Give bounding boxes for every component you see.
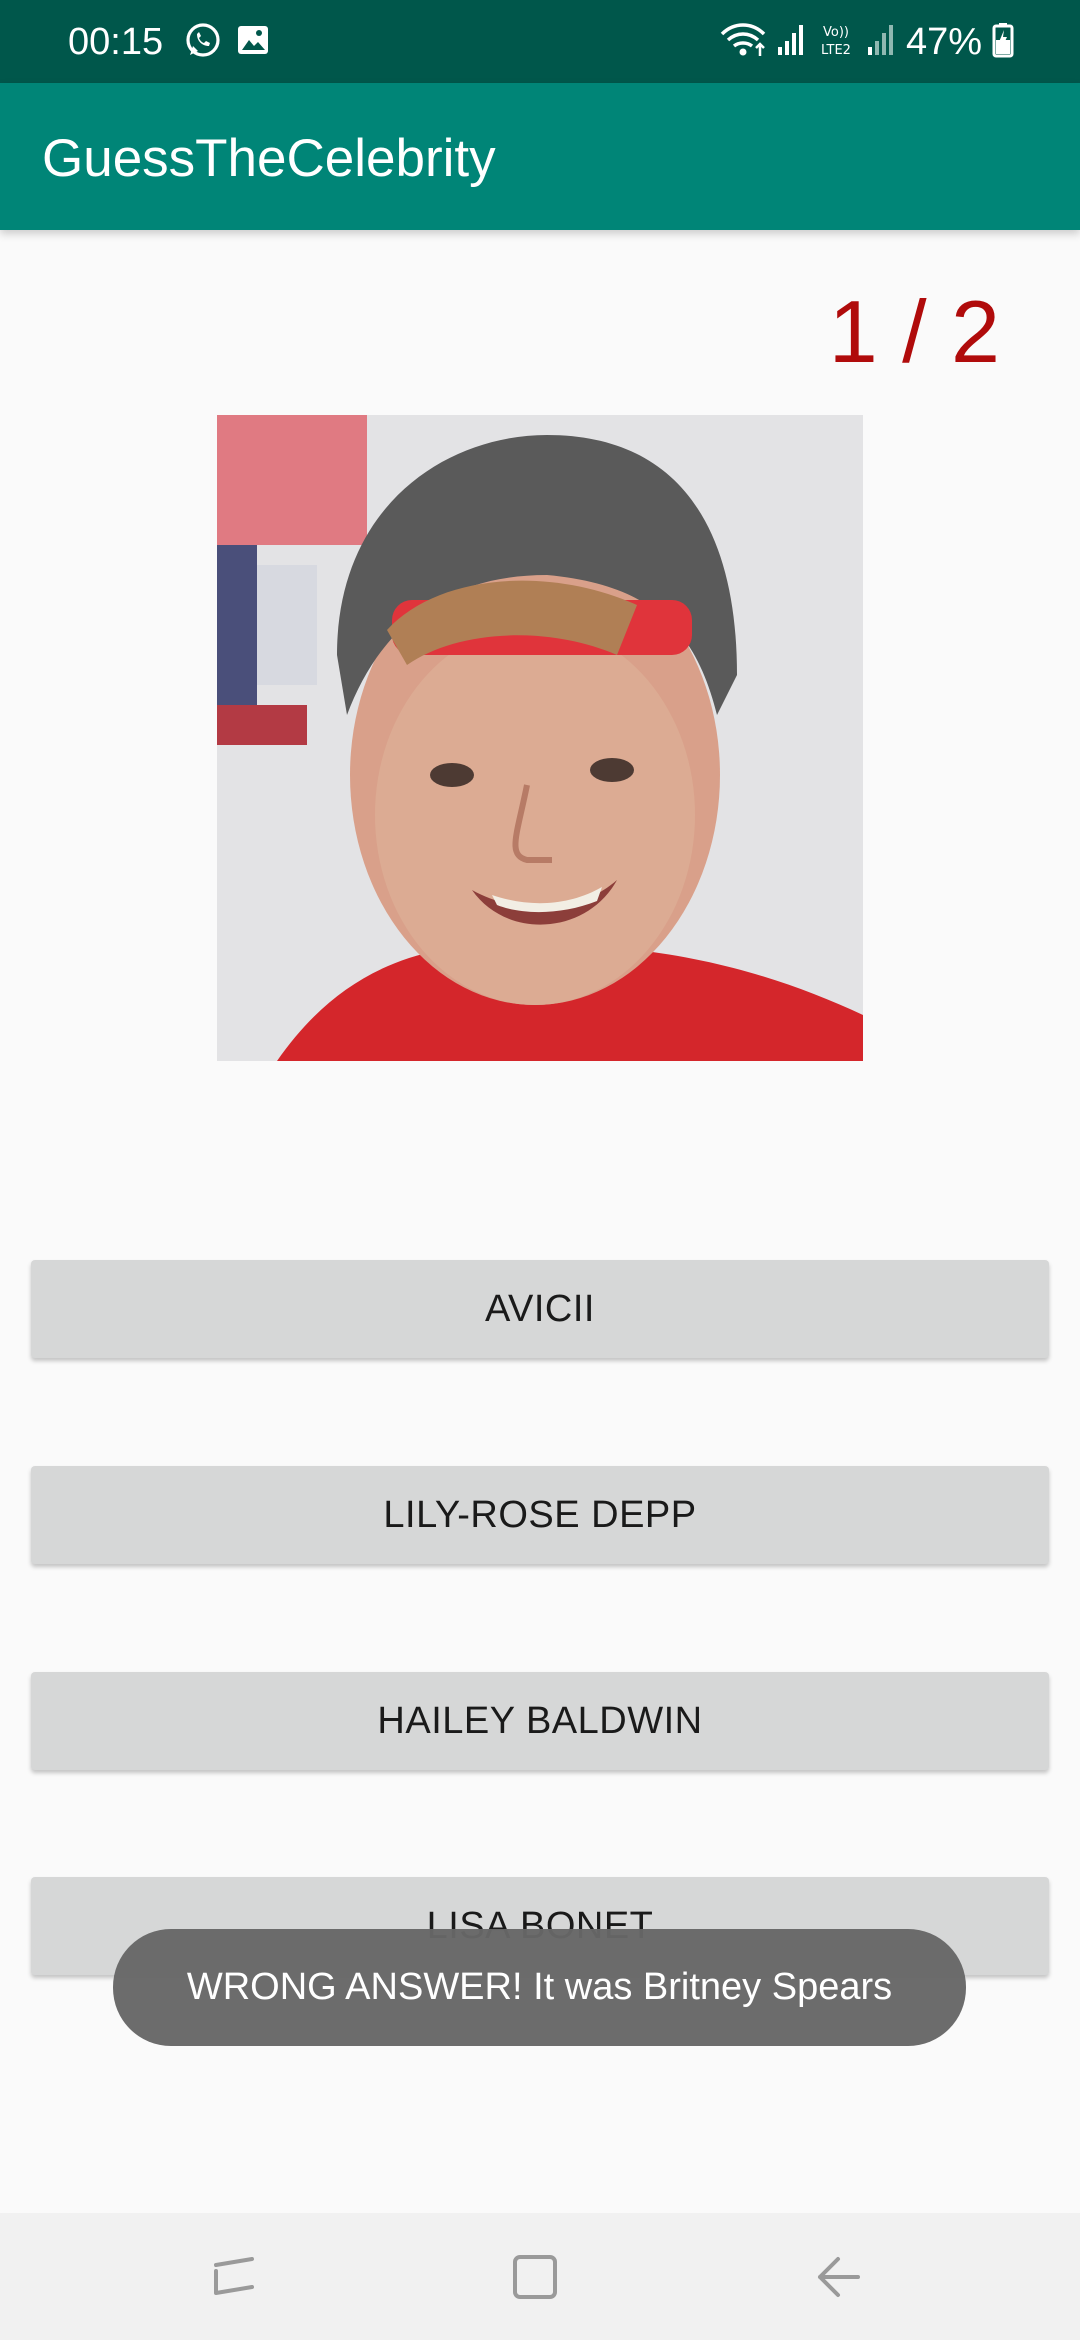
wifi-icon [720,20,766,65]
status-bar: 00:15 Vo)) LTE2 47% [0,0,1080,83]
volte-icon: Vo)) LTE2 [816,21,856,64]
answer-button-1[interactable]: AVICII [31,1260,1049,1358]
app-title: GuessTheCelebrity [42,129,496,188]
status-time: 00:15 [68,21,164,63]
home-icon[interactable] [505,2249,565,2305]
battery-percent: 47% [905,21,982,63]
navigation-bar [0,2213,1080,2340]
image-icon [236,23,270,62]
volte-top-text: Vo)) [823,25,849,40]
signal-2-icon [866,23,896,62]
status-left-icons [184,22,270,62]
app-bar: GuessTheCelebrity [0,83,1080,230]
status-right: Vo)) LTE2 47% [720,18,1014,66]
back-icon[interactable] [808,2249,868,2305]
volte-bottom-text: LTE2 [821,43,851,58]
answer-button-2[interactable]: LILY-ROSE DEPP [31,1466,1049,1564]
whatsapp-icon [184,21,222,64]
battery-icon [992,22,1014,63]
signal-icon [776,23,806,62]
score-counter: 1 / 2 [828,282,1000,381]
celebrity-photo [217,415,863,1061]
toast-message: WRONG ANSWER! It was Britney Spears [113,1929,966,2046]
recents-icon[interactable] [204,2249,264,2305]
answer-button-3[interactable]: HAILEY BALDWIN [31,1672,1049,1770]
celebrity-photo-illustration [217,415,863,1061]
